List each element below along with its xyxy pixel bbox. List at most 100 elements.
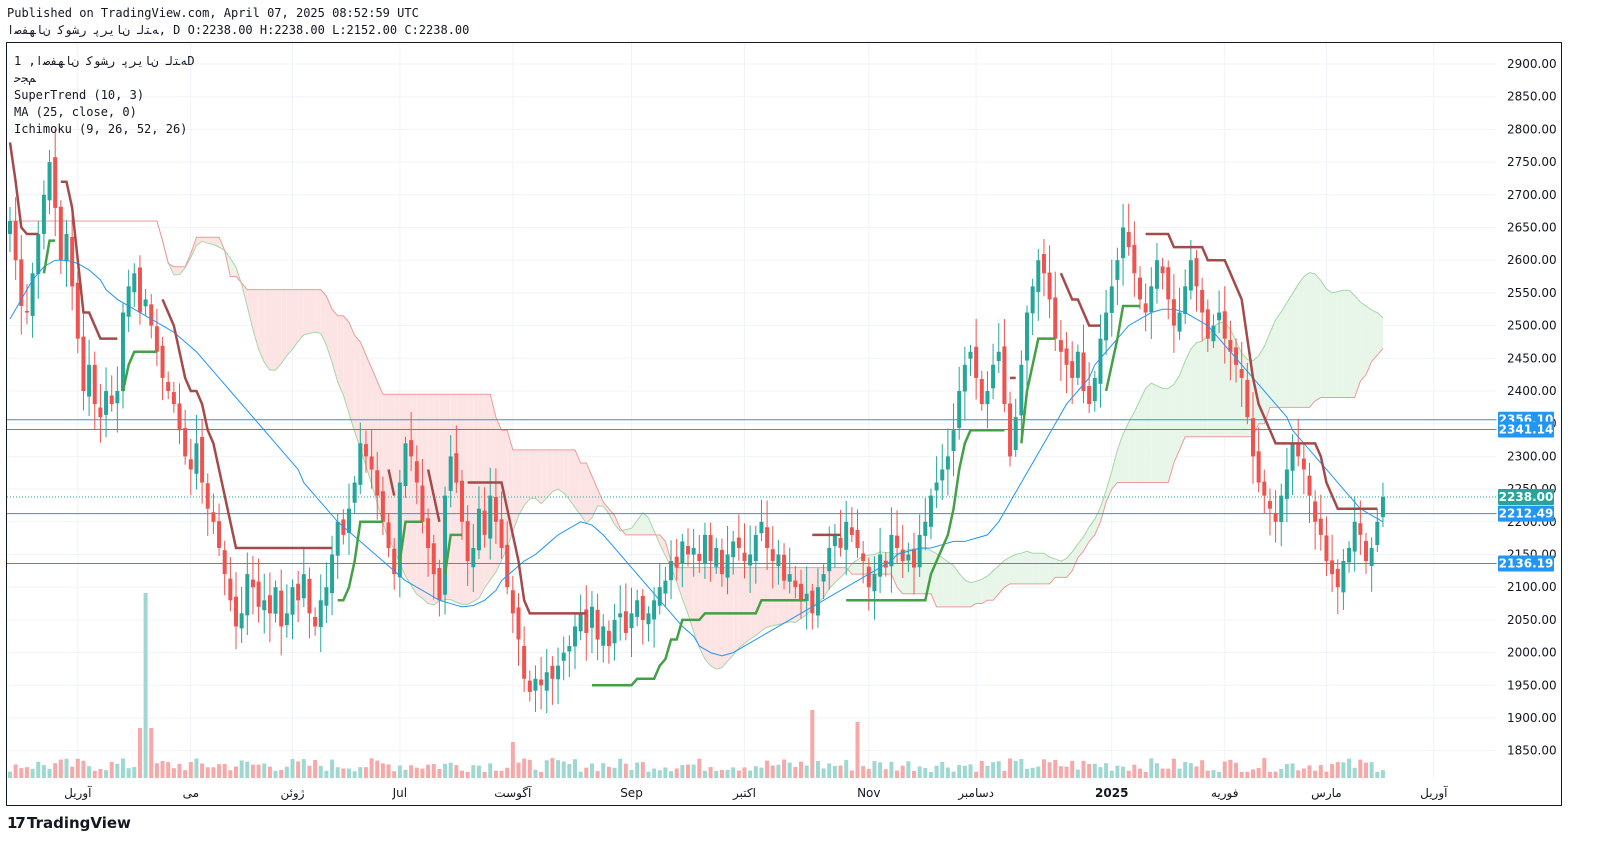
candle-body[interactable] — [866, 566, 871, 588]
candle-body[interactable] — [991, 364, 996, 389]
candle-body[interactable] — [1183, 286, 1188, 314]
candle-body[interactable] — [533, 678, 538, 691]
candle-body[interactable] — [211, 512, 216, 522]
candle-body[interactable] — [815, 587, 820, 616]
candle-body[interactable] — [1200, 289, 1205, 313]
candle-body[interactable] — [934, 482, 939, 491]
candle-body[interactable] — [13, 221, 18, 261]
candle-body[interactable] — [493, 497, 498, 522]
candle-body[interactable] — [878, 554, 883, 577]
candle-body[interactable] — [748, 554, 753, 566]
candle-body[interactable] — [403, 443, 408, 487]
candle-body[interactable] — [36, 234, 41, 275]
candle-body[interactable] — [1307, 475, 1312, 496]
candle-body[interactable] — [1256, 451, 1261, 483]
candle-body[interactable] — [917, 534, 922, 568]
candle-body[interactable] — [629, 613, 634, 629]
candle-body[interactable] — [945, 456, 950, 470]
candle-body[interactable] — [799, 583, 803, 601]
candle-body[interactable] — [1064, 348, 1069, 365]
candle-body[interactable] — [510, 590, 515, 614]
candle-body[interactable] — [149, 304, 154, 326]
candle-body[interactable] — [177, 403, 182, 431]
candle-body[interactable] — [1115, 260, 1120, 280]
candle-body[interactable] — [347, 508, 351, 533]
candle-body[interactable] — [855, 529, 860, 548]
candle-body[interactable] — [827, 547, 832, 572]
candle-body[interactable] — [516, 607, 521, 640]
candle-body[interactable] — [414, 461, 419, 483]
candle-body[interactable] — [1047, 272, 1052, 300]
candle-body[interactable] — [1273, 513, 1278, 522]
candle-body[interactable] — [75, 282, 80, 339]
candle-body[interactable] — [92, 364, 97, 405]
candle-body[interactable] — [1313, 501, 1318, 522]
candle-body[interactable] — [1267, 501, 1272, 509]
candle-body[interactable] — [669, 561, 674, 581]
candle-body[interactable] — [307, 578, 312, 614]
candle-body[interactable] — [844, 521, 849, 550]
candle-body[interactable] — [810, 590, 815, 614]
candle-body[interactable] — [335, 521, 340, 556]
candle-body[interactable] — [109, 395, 114, 405]
candle-body[interactable] — [24, 311, 29, 313]
candle-body[interactable] — [912, 549, 916, 568]
candle-body[interactable] — [1194, 258, 1199, 287]
candle-body[interactable] — [188, 459, 193, 470]
candle-body[interactable] — [386, 522, 391, 548]
candle-body[interactable] — [420, 485, 425, 522]
candle-body[interactable] — [640, 595, 645, 620]
candle-body[interactable] — [290, 587, 295, 615]
candle-body[interactable] — [358, 443, 363, 485]
candle-body[interactable] — [505, 544, 510, 588]
candle-body[interactable] — [623, 611, 628, 633]
candle-body[interactable] — [166, 381, 171, 391]
candle-body[interactable] — [126, 286, 131, 317]
price-chart[interactable]: 1850.00 1900.00 1950.00 2000.00 2050.00 2100.… — [0, 0, 1598, 858]
candle-body[interactable] — [1036, 260, 1041, 292]
candle-body[interactable] — [256, 581, 261, 607]
candle-body[interactable] — [1188, 260, 1193, 291]
candle-body[interactable] — [725, 554, 730, 578]
candle-body[interactable] — [1149, 286, 1154, 313]
candle-body[interactable] — [262, 600, 267, 611]
candle-body[interactable] — [782, 554, 787, 581]
candle-body[interactable] — [1019, 364, 1024, 416]
candle-body[interactable] — [1132, 244, 1137, 274]
candle-body[interactable] — [940, 469, 945, 481]
candle-body[interactable] — [646, 613, 651, 625]
candle-body[interactable] — [612, 619, 617, 644]
candle-body[interactable] — [104, 391, 109, 415]
candle-body[interactable] — [1070, 361, 1075, 378]
candle-body[interactable] — [567, 646, 572, 652]
candle-body[interactable] — [635, 600, 640, 617]
candle-body[interactable] — [573, 626, 577, 647]
candle-body[interactable] — [488, 495, 493, 539]
candle-body[interactable] — [41, 194, 46, 234]
candle-body[interactable] — [561, 652, 566, 661]
candle-body[interactable] — [702, 534, 707, 564]
candle-body[interactable] — [731, 541, 736, 558]
candle-body[interactable] — [1335, 568, 1340, 588]
candle-body[interactable] — [539, 679, 544, 686]
candle-body[interactable] — [556, 665, 561, 680]
candle-body[interactable] — [160, 345, 165, 378]
candle-body[interactable] — [1222, 311, 1227, 339]
candle-body[interactable] — [460, 480, 464, 522]
candle-body[interactable] — [53, 157, 58, 208]
candle-body[interactable] — [1284, 469, 1289, 499]
candle-body[interactable] — [861, 553, 866, 562]
candle-body[interactable] — [787, 574, 792, 582]
candle-body[interactable] — [1347, 547, 1352, 563]
candle-body[interactable] — [132, 273, 137, 293]
candle-body[interactable] — [1013, 417, 1018, 450]
candle-body[interactable] — [1262, 481, 1267, 496]
candle-body[interactable] — [1375, 521, 1380, 545]
candle-body[interactable] — [765, 527, 770, 548]
candle-body[interactable] — [1160, 266, 1165, 274]
candle-body[interactable] — [957, 391, 962, 428]
candle-body[interactable] — [1245, 379, 1250, 418]
candle-body[interactable] — [443, 495, 448, 595]
candle-body[interactable] — [849, 527, 854, 535]
candle-body[interactable] — [426, 518, 431, 548]
